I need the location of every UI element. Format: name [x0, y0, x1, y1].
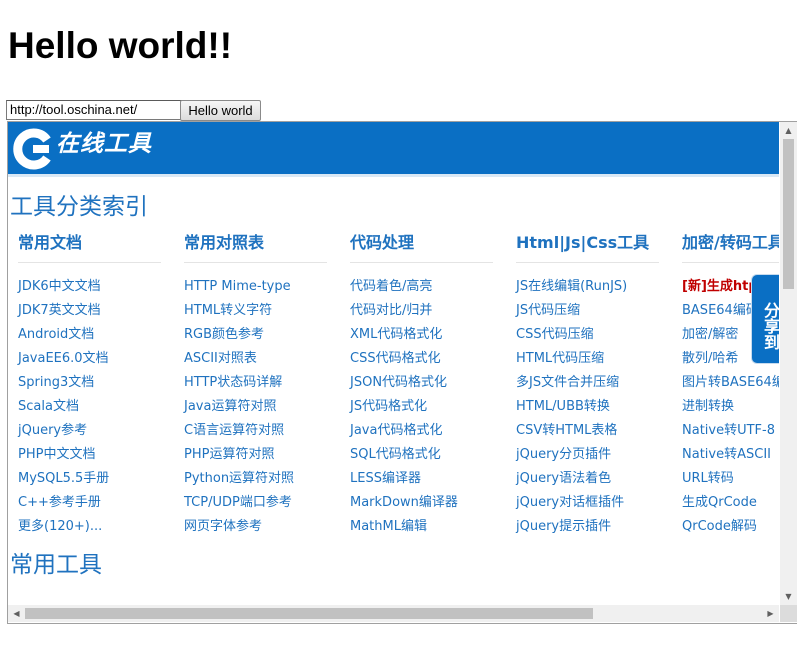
list-item[interactable]: Python运算符对照: [184, 467, 344, 491]
column-heading[interactable]: 加密/转码工具: [682, 228, 779, 263]
vertical-scroll-thumb[interactable]: [783, 139, 794, 289]
list-item[interactable]: RGB颜色参考: [184, 323, 344, 347]
scroll-left-icon[interactable]: ◀: [8, 605, 25, 622]
list-item[interactable]: 图片转BASE64编码: [682, 371, 779, 395]
common-tools-title: 常用工具: [10, 552, 102, 578]
list-item[interactable]: PHP中文文档: [18, 443, 178, 467]
list-item[interactable]: jQuery语法着色: [516, 467, 676, 491]
column-heading[interactable]: 常用文档: [18, 228, 161, 263]
list-item[interactable]: JDK7英文文档: [18, 299, 178, 323]
list-item[interactable]: JS代码格式化: [350, 395, 510, 419]
scroll-up-icon[interactable]: ▲: [780, 122, 797, 139]
list-item[interactable]: C++参考手册: [18, 491, 178, 515]
list-item[interactable]: HTML转义字符: [184, 299, 344, 323]
list-item[interactable]: jQuery参考: [18, 419, 178, 443]
url-input[interactable]: [6, 100, 182, 120]
list-item[interactable]: Native转ASCII: [682, 443, 779, 467]
list-item[interactable]: QrCode解码: [682, 515, 779, 539]
list-item[interactable]: CSV转HTML表格: [516, 419, 676, 443]
scrollbar-corner: [780, 605, 797, 622]
page-title: Hello world!!: [8, 25, 233, 66]
list-item[interactable]: jQuery对话框插件: [516, 491, 676, 515]
list-item[interactable]: 多JS文件合并压缩: [516, 371, 676, 395]
tool-index-title: 工具分类索引: [10, 194, 148, 220]
list-item[interactable]: 更多(120+)...: [18, 515, 178, 539]
list-item[interactable]: C语言运算符对照: [184, 419, 344, 443]
list-item[interactable]: Native转UTF-8: [682, 419, 779, 443]
column-heading[interactable]: 常用对照表: [184, 228, 327, 263]
list-item[interactable]: Android文档: [18, 323, 178, 347]
horizontal-scroll-thumb[interactable]: [25, 608, 593, 619]
list-item[interactable]: 生成QrCode: [682, 491, 779, 515]
list-item[interactable]: TCP/UDP端口参考: [184, 491, 344, 515]
list-item[interactable]: 代码着色/高亮: [350, 275, 510, 299]
list-item[interactable]: Scala文档: [18, 395, 178, 419]
list-item[interactable]: SQL代码格式化: [350, 443, 510, 467]
vertical-scrollbar[interactable]: ▲ ▼: [780, 122, 797, 605]
list-item[interactable]: XML代码格式化: [350, 323, 510, 347]
list-item[interactable]: Java运算符对照: [184, 395, 344, 419]
logo-text[interactable]: 在线工具: [56, 129, 152, 159]
list-item[interactable]: URL转码: [682, 467, 779, 491]
column-heading[interactable]: 代码处理: [350, 228, 493, 263]
list-item[interactable]: HTTP Mime-type: [184, 275, 344, 299]
list-item[interactable]: MySQL5.5手册: [18, 467, 178, 491]
list-item[interactable]: jQuery分页插件: [516, 443, 676, 467]
list-item[interactable]: JS代码压缩: [516, 299, 676, 323]
column-list: JDK6中文文档 JDK7英文文档 Android文档 JavaEE6.0文档 …: [18, 275, 178, 539]
column-heading[interactable]: Html|Js|Css工具: [516, 228, 659, 263]
list-item[interactable]: jQuery提示插件: [516, 515, 676, 539]
list-item[interactable]: LESS编译器: [350, 467, 510, 491]
list-item[interactable]: JavaEE6.0文档: [18, 347, 178, 371]
logo-c-notch: [33, 145, 49, 153]
list-item[interactable]: MarkDown编译器: [350, 491, 510, 515]
list-item[interactable]: Spring3文档: [18, 371, 178, 395]
list-item[interactable]: CSS代码压缩: [516, 323, 676, 347]
hello-world-button[interactable]: Hello world: [180, 100, 261, 121]
list-item[interactable]: CSS代码格式化: [350, 347, 510, 371]
list-item[interactable]: 进制转换: [682, 395, 779, 419]
list-item[interactable]: JDK6中文文档: [18, 275, 178, 299]
column-list: JS在线编辑(RunJS) JS代码压缩 CSS代码压缩 HTML代码压缩 多J…: [516, 275, 676, 539]
horizontal-scrollbar[interactable]: ◀ ▶: [8, 605, 779, 622]
column-list: HTTP Mime-type HTML转义字符 RGB颜色参考 ASCII对照表…: [184, 275, 344, 539]
list-item[interactable]: HTML代码压缩: [516, 347, 676, 371]
column-list: 代码着色/高亮 代码对比/归并 XML代码格式化 CSS代码格式化 JSON代码…: [350, 275, 510, 539]
frame-content: 在线工具 工具分类索引 常用文档 JDK6中文文档 JDK7英文文档 Andro…: [8, 122, 779, 605]
list-item[interactable]: PHP运算符对照: [184, 443, 344, 467]
list-item[interactable]: 代码对比/归并: [350, 299, 510, 323]
list-item[interactable]: MathML编辑: [350, 515, 510, 539]
list-item[interactable]: JS在线编辑(RunJS): [516, 275, 676, 299]
list-item[interactable]: HTTP状态码详解: [184, 371, 344, 395]
site-header: 在线工具: [8, 122, 779, 177]
scroll-down-icon[interactable]: ▼: [780, 588, 797, 605]
list-item[interactable]: HTML/UBB转换: [516, 395, 676, 419]
list-item[interactable]: ASCII对照表: [184, 347, 344, 371]
scroll-right-icon[interactable]: ▶: [762, 605, 779, 622]
embedded-frame[interactable]: 在线工具 工具分类索引 常用文档 JDK6中文文档 JDK7英文文档 Andro…: [7, 121, 797, 624]
list-item[interactable]: JSON代码格式化: [350, 371, 510, 395]
list-item[interactable]: Java代码格式化: [350, 419, 510, 443]
share-tab[interactable]: 分享到: [751, 274, 779, 364]
list-item[interactable]: 网页字体参考: [184, 515, 344, 539]
